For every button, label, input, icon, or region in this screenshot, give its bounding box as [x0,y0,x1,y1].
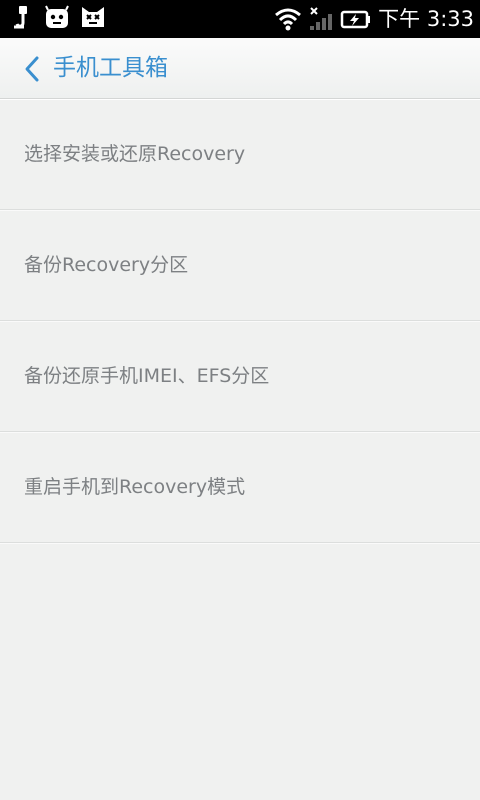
status-bar: 下午 3:33 [0,0,480,38]
back-button[interactable] [18,54,48,84]
app-header: 手机工具箱 [0,38,480,99]
status-left-icons [12,5,106,31]
wifi-icon [274,6,302,32]
list-item-install-restore-recovery[interactable]: 选择安装或还原Recovery [0,99,480,210]
list-item-label: 选择安装或还原Recovery [24,143,246,165]
usb-icon [12,5,34,31]
list-item-label: 备份还原手机IMEI、EFS分区 [24,365,270,387]
status-right-icons: 下午 3:33 [274,4,474,34]
list-item-reboot-recovery[interactable]: 重启手机到Recovery模式 [0,432,480,543]
list-item-backup-restore-imei-efs[interactable]: 备份还原手机IMEI、EFS分区 [0,321,480,432]
cat-icon [80,5,106,31]
chevron-left-icon [25,56,39,82]
list-item-label: 重启手机到Recovery模式 [24,476,246,498]
tool-menu-list: 选择安装或还原Recovery 备份Recovery分区 备份还原手机IMEI、… [0,99,480,543]
status-time: 下午 3:33 [378,7,474,31]
signal-icon [308,6,334,32]
battery-charging-icon [340,6,372,32]
page-title: 手机工具箱 [53,55,168,81]
list-item-label: 备份Recovery分区 [24,254,189,276]
android-face-icon [44,5,70,31]
list-item-backup-recovery[interactable]: 备份Recovery分区 [0,210,480,321]
